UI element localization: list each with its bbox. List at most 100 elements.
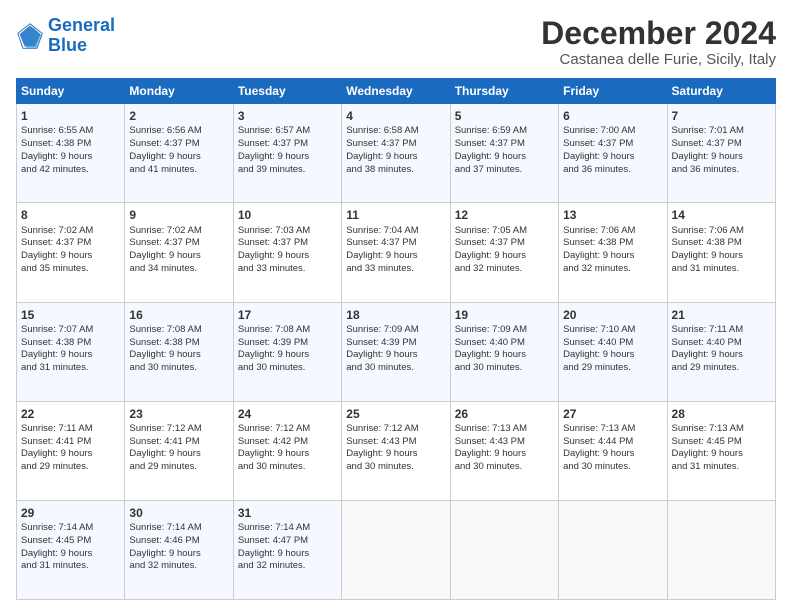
day-number: 18 [346, 307, 445, 323]
day-info-line: Sunrise: 7:02 AM [21, 225, 120, 238]
day-info-line: Daylight: 9 hours [129, 349, 228, 362]
day-info-line: and 31 minutes. [21, 362, 120, 375]
day-info-line: Sunrise: 7:08 AM [238, 324, 337, 337]
calendar-cell: 19Sunrise: 7:09 AMSunset: 4:40 PMDayligh… [450, 302, 558, 401]
calendar-cell: 23Sunrise: 7:12 AMSunset: 4:41 PMDayligh… [125, 401, 233, 500]
day-info-line: and 29 minutes. [672, 362, 771, 375]
day-info-line: and 39 minutes. [238, 164, 337, 177]
day-info-line: and 36 minutes. [563, 164, 662, 177]
day-info-line: Daylight: 9 hours [455, 250, 554, 263]
day-number: 4 [346, 108, 445, 124]
day-info-line: Sunset: 4:43 PM [346, 436, 445, 449]
day-info-line: Daylight: 9 hours [346, 349, 445, 362]
day-info-line: Sunrise: 7:08 AM [129, 324, 228, 337]
day-info-line: Sunrise: 7:04 AM [346, 225, 445, 238]
calendar-header: SundayMondayTuesdayWednesdayThursdayFrid… [17, 79, 776, 104]
day-info-line: Daylight: 9 hours [238, 448, 337, 461]
day-info-line: and 31 minutes. [672, 461, 771, 474]
day-info-line: Sunset: 4:37 PM [455, 237, 554, 250]
day-info-line: Daylight: 9 hours [21, 349, 120, 362]
weekday-header-saturday: Saturday [667, 79, 775, 104]
day-info-line: and 32 minutes. [129, 560, 228, 573]
day-number: 9 [129, 207, 228, 223]
day-info-line: and 42 minutes. [21, 164, 120, 177]
calendar-cell [450, 500, 558, 599]
day-info-line: Sunrise: 7:14 AM [21, 522, 120, 535]
day-number: 10 [238, 207, 337, 223]
day-info-line: Sunrise: 6:59 AM [455, 125, 554, 138]
calendar-cell: 6Sunrise: 7:00 AMSunset: 4:37 PMDaylight… [559, 104, 667, 203]
day-info-line: Daylight: 9 hours [238, 349, 337, 362]
day-info-line: Sunrise: 7:07 AM [21, 324, 120, 337]
calendar-body: 1Sunrise: 6:55 AMSunset: 4:38 PMDaylight… [17, 104, 776, 600]
day-info-line: Sunrise: 7:13 AM [455, 423, 554, 436]
day-info-line: Sunset: 4:40 PM [672, 337, 771, 350]
calendar-cell: 16Sunrise: 7:08 AMSunset: 4:38 PMDayligh… [125, 302, 233, 401]
day-info-line: Sunset: 4:38 PM [563, 237, 662, 250]
calendar-cell: 20Sunrise: 7:10 AMSunset: 4:40 PMDayligh… [559, 302, 667, 401]
day-info-line: Sunset: 4:37 PM [238, 138, 337, 151]
day-info-line: Sunset: 4:44 PM [563, 436, 662, 449]
calendar-cell: 10Sunrise: 7:03 AMSunset: 4:37 PMDayligh… [233, 203, 341, 302]
day-info-line: Daylight: 9 hours [563, 349, 662, 362]
calendar-cell: 11Sunrise: 7:04 AMSunset: 4:37 PMDayligh… [342, 203, 450, 302]
day-number: 15 [21, 307, 120, 323]
day-info-line: and 41 minutes. [129, 164, 228, 177]
day-info-line: Sunrise: 7:10 AM [563, 324, 662, 337]
calendar-week-2: 8Sunrise: 7:02 AMSunset: 4:37 PMDaylight… [17, 203, 776, 302]
day-info-line: Sunrise: 7:09 AM [346, 324, 445, 337]
day-info-line: and 30 minutes. [455, 461, 554, 474]
logo-line1: General [48, 15, 115, 35]
day-info-line: and 30 minutes. [238, 461, 337, 474]
day-number: 12 [455, 207, 554, 223]
header: General Blue December 2024 Castanea dell… [16, 16, 776, 68]
calendar-cell [342, 500, 450, 599]
day-info-line: and 36 minutes. [672, 164, 771, 177]
day-info-line: Daylight: 9 hours [563, 250, 662, 263]
day-info-line: and 32 minutes. [238, 560, 337, 573]
calendar-cell: 28Sunrise: 7:13 AMSunset: 4:45 PMDayligh… [667, 401, 775, 500]
day-info-line: Sunrise: 7:06 AM [672, 225, 771, 238]
day-info-line: and 30 minutes. [238, 362, 337, 375]
day-info-line: Sunset: 4:38 PM [21, 337, 120, 350]
day-info-line: and 33 minutes. [346, 263, 445, 276]
day-info-line: Sunrise: 6:55 AM [21, 125, 120, 138]
day-info-line: Sunrise: 7:09 AM [455, 324, 554, 337]
day-number: 19 [455, 307, 554, 323]
day-number: 2 [129, 108, 228, 124]
day-info-line: Daylight: 9 hours [238, 548, 337, 561]
day-number: 3 [238, 108, 337, 124]
day-info-line: Sunrise: 7:14 AM [129, 522, 228, 535]
calendar-cell: 4Sunrise: 6:58 AMSunset: 4:37 PMDaylight… [342, 104, 450, 203]
day-info-line: Sunrise: 7:12 AM [238, 423, 337, 436]
day-info-line: Daylight: 9 hours [455, 349, 554, 362]
calendar-cell: 15Sunrise: 7:07 AMSunset: 4:38 PMDayligh… [17, 302, 125, 401]
calendar-week-5: 29Sunrise: 7:14 AMSunset: 4:45 PMDayligh… [17, 500, 776, 599]
day-info-line: and 32 minutes. [563, 263, 662, 276]
day-info-line: and 29 minutes. [21, 461, 120, 474]
calendar-week-4: 22Sunrise: 7:11 AMSunset: 4:41 PMDayligh… [17, 401, 776, 500]
day-info-line: Daylight: 9 hours [21, 548, 120, 561]
day-number: 28 [672, 406, 771, 422]
weekday-header-tuesday: Tuesday [233, 79, 341, 104]
day-number: 21 [672, 307, 771, 323]
weekday-header-monday: Monday [125, 79, 233, 104]
page: General Blue December 2024 Castanea dell… [0, 0, 792, 612]
calendar-cell: 30Sunrise: 7:14 AMSunset: 4:46 PMDayligh… [125, 500, 233, 599]
day-info-line: Sunset: 4:41 PM [129, 436, 228, 449]
day-info-line: Sunset: 4:46 PM [129, 535, 228, 548]
day-info-line: Sunset: 4:37 PM [129, 237, 228, 250]
day-info-line: Sunset: 4:47 PM [238, 535, 337, 548]
calendar-cell [559, 500, 667, 599]
day-info-line: Sunset: 4:37 PM [455, 138, 554, 151]
day-info-line: Daylight: 9 hours [346, 448, 445, 461]
calendar-cell: 24Sunrise: 7:12 AMSunset: 4:42 PMDayligh… [233, 401, 341, 500]
day-number: 30 [129, 505, 228, 521]
day-info-line: Daylight: 9 hours [672, 151, 771, 164]
day-info-line: Daylight: 9 hours [129, 250, 228, 263]
day-info-line: Sunset: 4:37 PM [346, 237, 445, 250]
logo-line2: Blue [48, 35, 87, 55]
day-number: 6 [563, 108, 662, 124]
day-info-line: Sunrise: 7:11 AM [21, 423, 120, 436]
day-info-line: Sunset: 4:38 PM [672, 237, 771, 250]
